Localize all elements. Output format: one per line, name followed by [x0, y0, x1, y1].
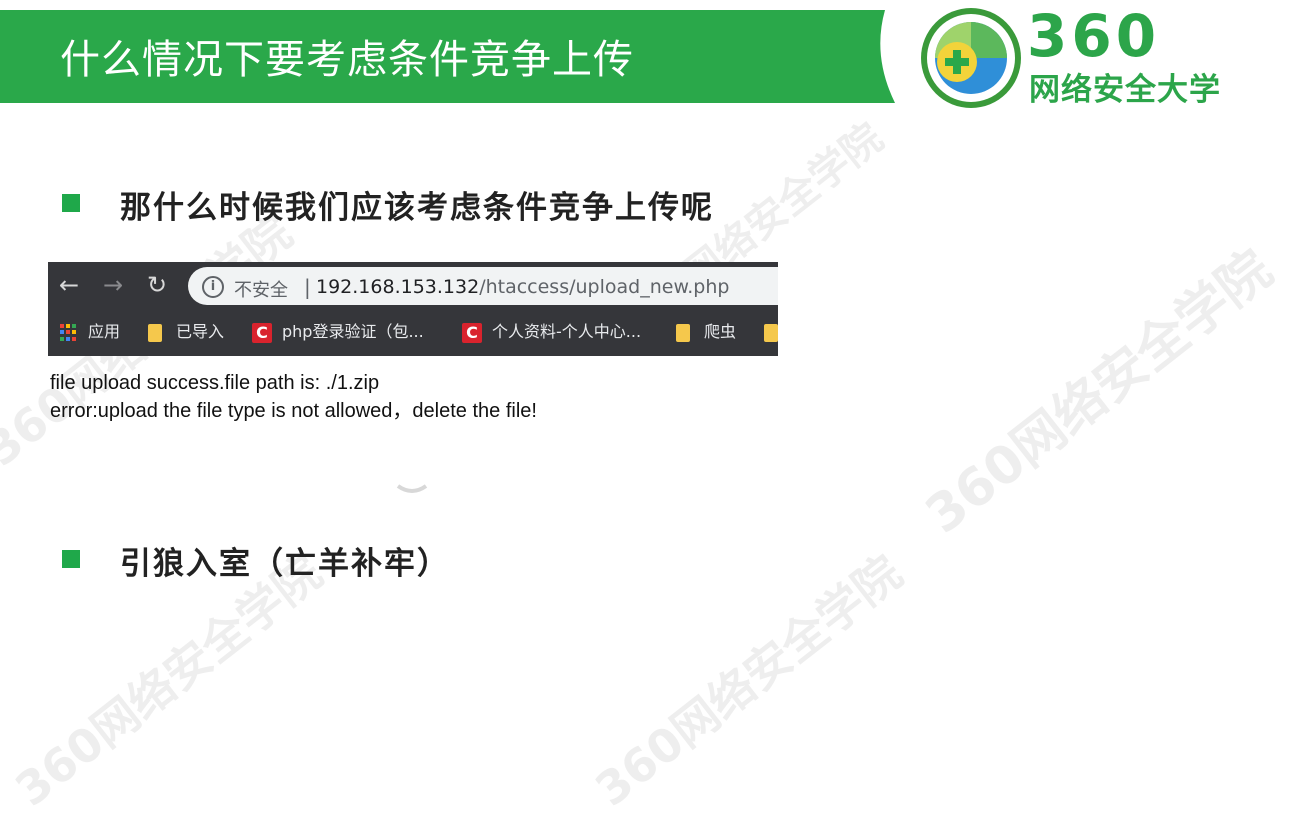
- bullet-text-1: 那什么时候我们应该考虑条件竞争上传呢: [120, 190, 714, 226]
- bookmark-profile[interactable]: C 个人资料-个人中心...: [462, 320, 641, 344]
- bookmark-label: php登录验证（包...: [282, 322, 424, 341]
- university-logo: 360 网络安全大学: [915, 2, 1275, 112]
- bookmark-label: 已导入: [176, 322, 225, 341]
- url-path: /htaccess/upload_new.php: [479, 276, 730, 298]
- c-logo-icon: C: [252, 322, 272, 343]
- watermark: 360网络安全学院: [914, 239, 1284, 546]
- browser-screenshot: ← → ↻ i 不安全 | 192.168.153.132/htaccess/u…: [48, 262, 778, 356]
- address-separator: |: [304, 275, 311, 299]
- bookmark-imported[interactable]: 已导入: [148, 320, 224, 344]
- url-text[interactable]: 192.168.153.132/htaccess/upload_new.php: [316, 276, 729, 298]
- university-seal-icon: [921, 8, 1021, 108]
- bookmark-label: 爬虫: [704, 322, 737, 341]
- folder-icon: [148, 323, 162, 342]
- bullet-marker: [62, 194, 80, 212]
- output-line-success: file upload success.file path is: ./1.zi…: [50, 372, 380, 394]
- c-logo-icon: C: [462, 322, 482, 343]
- slide-title: 什么情况下要考虑条件竞争上传: [60, 37, 634, 83]
- back-arrow-icon[interactable]: ←: [56, 272, 82, 298]
- output-line-error: error:upload the file type is not allowe…: [50, 400, 537, 422]
- bookmark-label: 应用: [88, 322, 121, 341]
- bookmark-crawler[interactable]: 爬虫: [676, 320, 736, 344]
- page-output: file upload success.file path is: ./1.zi…: [50, 369, 537, 425]
- watermark: 360网络安全学院: [585, 545, 912, 817]
- browser-toolbar: ← → ↻ i 不安全 | 192.168.153.132/htaccess/u…: [48, 262, 778, 310]
- bookmarks-bar: 应用 已导入 Cphp登录验证（包... C 个人资料-个人中心... 爬虫: [48, 312, 778, 352]
- bookmark-php-login[interactable]: Cphp登录验证（包...: [252, 320, 424, 344]
- page-mark-icon: [396, 484, 428, 493]
- bullet-text-2: 引狼入室（亡羊补牢）: [120, 546, 450, 582]
- forward-arrow-icon[interactable]: →: [100, 272, 126, 298]
- security-status[interactable]: 不安全: [234, 276, 288, 302]
- logo-text: 网络安全大学: [1029, 72, 1221, 108]
- address-bar[interactable]: i 不安全 | 192.168.153.132/htaccess/upload_…: [188, 267, 778, 305]
- bullet-marker: [62, 550, 80, 568]
- title-banner: 什么情况下要考虑条件竞争上传: [0, 10, 900, 103]
- info-icon[interactable]: i: [202, 276, 224, 298]
- folder-icon: [676, 323, 690, 342]
- url-host: 192.168.153.132: [316, 276, 480, 298]
- bookmark-label: 个人资料-个人中心...: [492, 322, 642, 341]
- logo-360: 360: [1027, 2, 1161, 70]
- reload-icon[interactable]: ↻: [144, 272, 170, 298]
- apps-icon: [60, 323, 78, 342]
- bookmark-apps[interactable]: 应用: [60, 320, 120, 344]
- folder-icon: [764, 323, 778, 342]
- bookmark-more[interactable]: [764, 320, 778, 344]
